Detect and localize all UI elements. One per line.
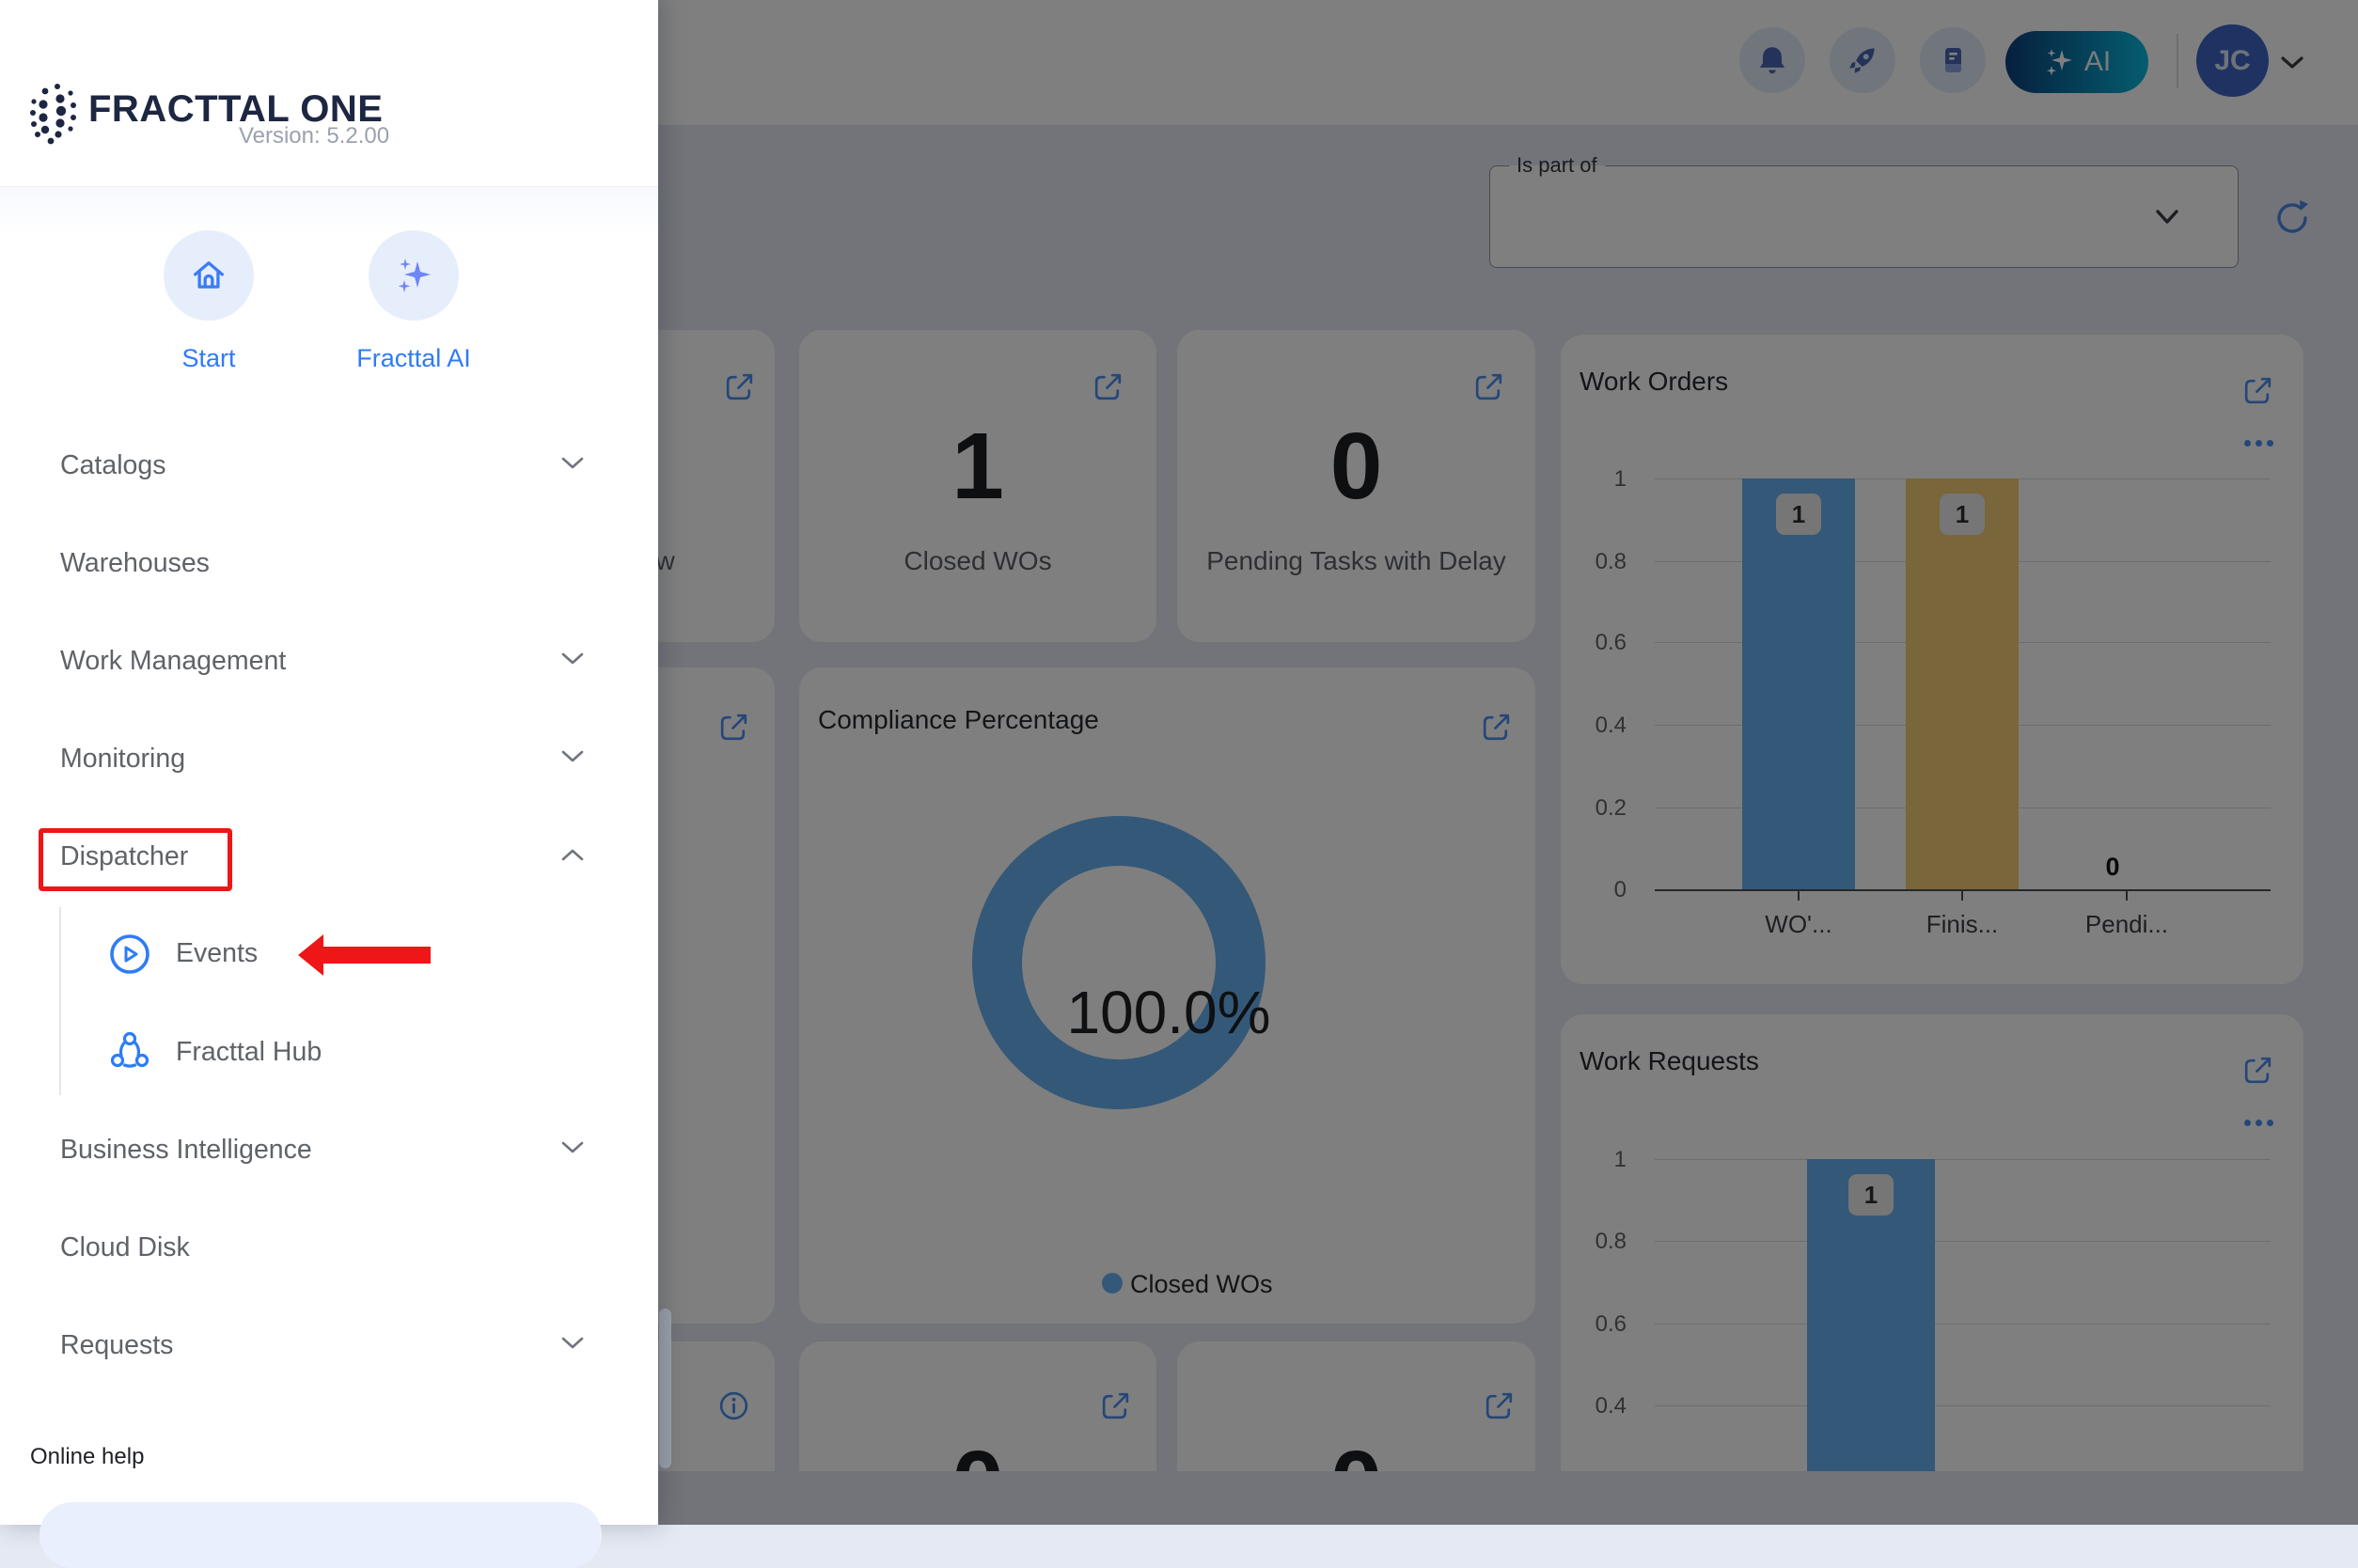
sidebar-item-monitoring[interactable]: Monitoring (60, 744, 185, 775)
sparkles-icon (392, 254, 435, 297)
annotation-highlight-box (39, 828, 232, 891)
sidebar-item-business-intelligence[interactable]: Business Intelligence (60, 1135, 312, 1166)
chevron-down-icon[interactable] (560, 651, 585, 666)
start-button[interactable] (164, 230, 254, 321)
fracttal-ai-label[interactable]: Fracttal AI (310, 344, 517, 373)
chevron-down-icon[interactable] (560, 1336, 585, 1351)
sidebar-item-requests[interactable]: Requests (60, 1330, 173, 1361)
sidebar-item-fracttal-hub[interactable]: Fracttal Hub (176, 1037, 322, 1068)
chevron-down-icon[interactable] (560, 456, 585, 471)
navigation-sidebar: FRACTTAL ONE Version: 5.2.00 Start Fract… (0, 0, 658, 1525)
scrollbar-thumb[interactable] (659, 1309, 671, 1468)
sidebar-item-warehouses[interactable]: Warehouses (60, 548, 210, 579)
start-label[interactable]: Start (115, 344, 303, 373)
sidebar-bottom-button[interactable] (39, 1502, 602, 1568)
annotation-arrow-icon (298, 934, 431, 976)
screen: AI JC Is part of (0, 0, 2358, 1525)
submenu-indent-line (59, 907, 61, 1095)
fracttal-hub-icon[interactable] (107, 1029, 152, 1074)
fracttal-logo-icon (26, 79, 81, 149)
online-help-link[interactable]: Online help (30, 1444, 144, 1470)
sidebar-item-work-management[interactable]: Work Management (60, 646, 286, 677)
sidebar-gradient-band (0, 187, 658, 236)
home-icon (188, 255, 229, 296)
chevron-down-icon[interactable] (560, 1140, 585, 1155)
chevron-up-icon[interactable] (560, 847, 585, 862)
sidebar-item-cloud-disk[interactable]: Cloud Disk (60, 1232, 190, 1263)
app-version: Version: 5.2.00 (94, 123, 534, 149)
fracttal-ai-shortcut-button[interactable] (369, 230, 459, 321)
chevron-down-icon[interactable] (560, 749, 585, 764)
events-play-icon[interactable] (107, 932, 152, 977)
sidebar-item-catalogs[interactable]: Catalogs (60, 450, 165, 481)
sidebar-item-events[interactable]: Events (176, 938, 258, 969)
